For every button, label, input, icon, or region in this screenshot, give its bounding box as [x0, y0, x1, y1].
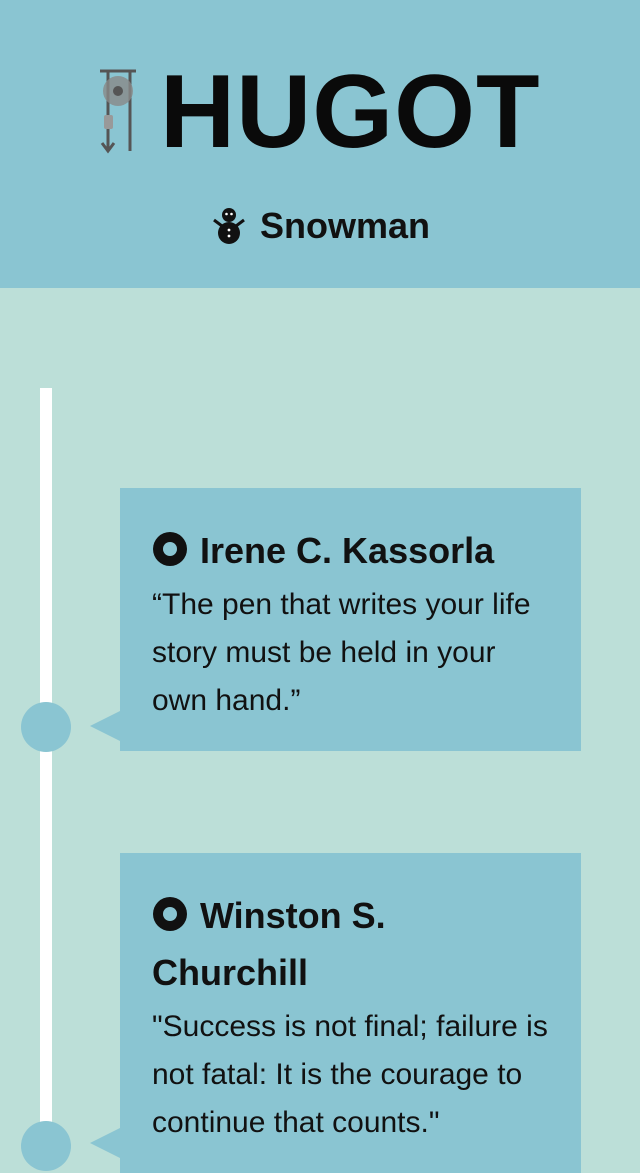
quote-card: Winston S. Churchill "Success is not fin… — [120, 853, 581, 1173]
logo[interactable]: HUGOT — [96, 54, 541, 170]
quote-text: "Success is not final; failure is not fa… — [152, 1010, 548, 1139]
card-pointer — [90, 1128, 120, 1158]
quote-author: Winston S. Churchill — [152, 887, 549, 1001]
circle-dot-icon — [153, 532, 187, 566]
quote-text: “The pen that writes your life story mus… — [152, 588, 531, 717]
timeline-line — [40, 388, 52, 1148]
quote-author: Irene C. Kassorla — [152, 522, 549, 579]
quote-card: Irene C. Kassorla “The pen that writes y… — [120, 488, 581, 751]
app-header: HUGOT Snowman — [0, 0, 640, 288]
logo-text: HUGOT — [160, 54, 541, 170]
page-subtitle: Snowman — [0, 204, 640, 248]
pulley-icon — [100, 69, 136, 154]
subtitle-text: Snowman — [259, 205, 430, 246]
card-pointer — [90, 711, 120, 741]
snowman-icon — [213, 208, 245, 244]
circle-dot-icon — [153, 897, 187, 931]
author-name: Irene C. Kassorla — [200, 530, 495, 571]
timeline-dot — [21, 702, 71, 752]
timeline-dot — [21, 1121, 71, 1171]
